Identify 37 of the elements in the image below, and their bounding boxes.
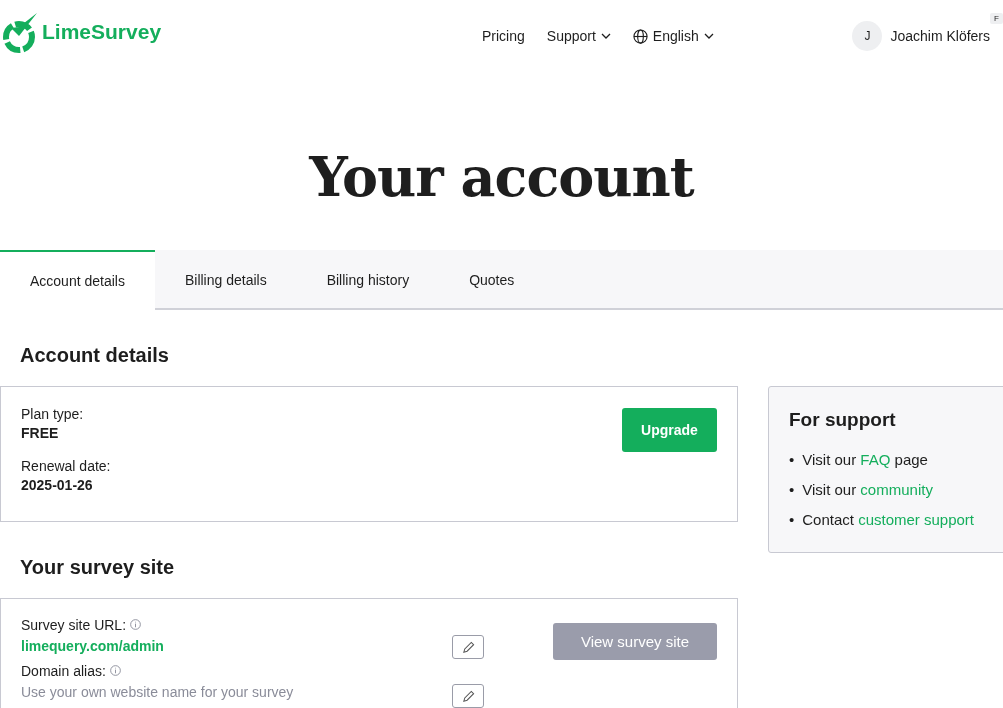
support-item: Visit our FAQ page — [802, 450, 928, 470]
bullet: • — [789, 510, 795, 530]
user-avatar[interactable]: J — [852, 21, 883, 51]
bullet: • — [789, 480, 795, 500]
field-label: Renewal date: — [21, 458, 111, 474]
bullet: • — [789, 450, 795, 470]
tab[interactable]: Billing details — [154, 250, 297, 308]
support-item: Contact customer support — [802, 510, 975, 530]
field-label: Survey site URL: — [21, 617, 127, 633]
field-value: 2025-01-26 — [21, 477, 94, 493]
alias-hint: Use your own website name for your survey — [21, 684, 295, 700]
field-value: FREE — [21, 425, 60, 441]
chevron-down-icon — [703, 33, 714, 39]
tab[interactable]: Account details — [0, 250, 155, 310]
section-heading: Your survey site — [19, 555, 176, 580]
section-heading: Account details — [19, 343, 170, 368]
tab[interactable]: Quotes — [439, 250, 545, 308]
edit-button[interactable] — [452, 684, 484, 708]
tab[interactable]: Billing history — [296, 250, 440, 308]
field-label: Domain alias: — [21, 663, 106, 679]
nav-link[interactable]: Pricing — [482, 28, 525, 44]
field-label: Plan type: — [21, 406, 85, 422]
support-heading: For support — [789, 409, 897, 431]
globe-icon — [632, 28, 648, 44]
chevron-down-icon — [600, 33, 611, 39]
support-item: Visit our community — [802, 480, 933, 500]
info-icon[interactable] — [130, 617, 142, 633]
edit-button[interactable] — [452, 635, 484, 659]
page-title: Your account — [307, 144, 696, 211]
info-icon[interactable] — [109, 663, 121, 679]
user-badge: F — [990, 13, 1003, 24]
nav-link[interactable]: Support — [546, 28, 611, 44]
user-name[interactable]: Joachim Klöfers — [890, 28, 990, 44]
pencil-icon — [461, 640, 475, 654]
pencil-icon — [461, 689, 475, 703]
logo-icon[interactable] — [2, 10, 38, 54]
language-selector[interactable]: English — [632, 28, 714, 44]
